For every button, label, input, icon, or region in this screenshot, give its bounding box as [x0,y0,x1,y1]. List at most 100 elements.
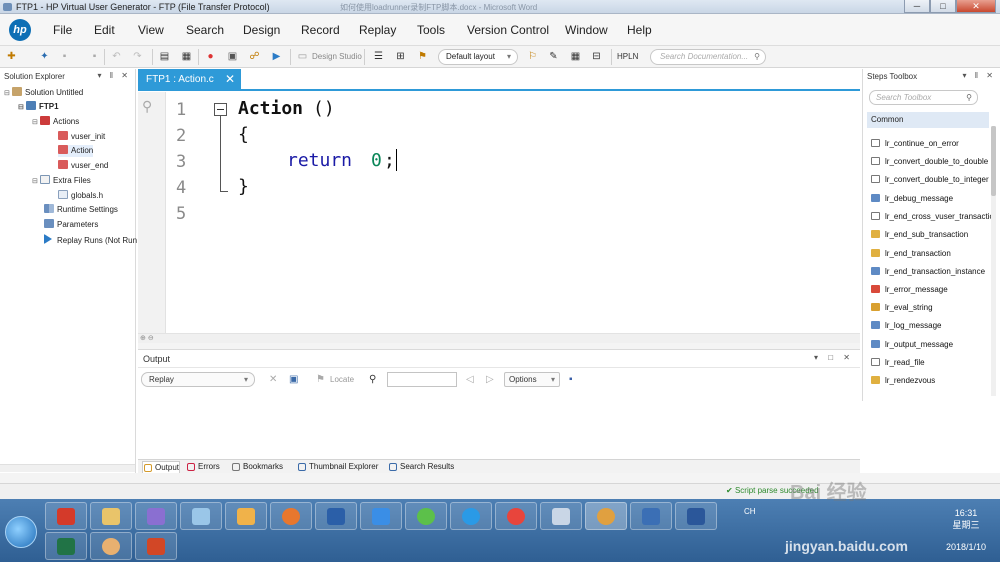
step-item[interactable]: lr_end_cross_vuser_transaction [871,212,991,221]
save-all-icon[interactable]: ▪ [88,50,101,63]
step-item[interactable]: lr_debug_message [871,194,991,203]
tree-globals-file[interactable]: globals.h [58,190,103,202]
taskbar-app[interactable] [180,502,222,530]
menu-replay[interactable]: Replay [359,23,396,37]
step-item[interactable]: lr_continue_on_error [871,139,991,148]
hpln-label[interactable]: HPLN [617,52,638,61]
taskbar-app[interactable] [225,502,267,530]
collapse-icon[interactable]: ⊟ [32,176,40,188]
grid-icon[interactable]: ▦ [569,50,582,63]
tree-runtime-settings[interactable]: Runtime Settings [44,204,118,216]
tab-output[interactable]: Output [142,461,181,473]
menu-design[interactable]: Design [243,23,280,37]
menu-version-control[interactable]: Version Control [467,23,549,37]
search-toolbox-input[interactable]: Search Toolbox ⚲ [869,90,978,105]
collapse-icon[interactable]: ⊟ [32,117,40,129]
clock[interactable]: 16:31 星期三 2018/1/10 [946,507,986,553]
redo-icon[interactable]: ↷ [131,50,144,63]
step-item[interactable]: lr_end_transaction [871,249,991,258]
close-tab-icon[interactable]: ✕ [225,69,235,90]
step-item[interactable]: lr_rendezvous [871,376,991,385]
undo-icon[interactable]: ↶ [110,50,123,63]
taskbar-app[interactable] [270,502,312,530]
replay-icon[interactable]: ▶ [270,50,283,63]
menu-edit[interactable]: Edit [94,23,115,37]
taskbar-app[interactable] [450,502,492,530]
find-icon[interactable]: ⚲ [369,374,376,385]
menu-record[interactable]: Record [301,23,340,37]
brush-icon[interactable]: ✎ [547,50,560,63]
clear-icon[interactable]: ✕ [269,374,277,385]
bookmark-icon[interactable]: ⚐ [526,50,539,63]
tab-thumbnail-explorer[interactable]: Thumbnail Explorer [297,461,378,473]
menu-tools[interactable]: Tools [417,23,445,37]
step-item[interactable]: lr_log_message [871,321,991,330]
save-output-icon[interactable]: ▪ [569,374,573,385]
step-item[interactable]: lr_convert_double_to_integer [871,175,991,184]
tree-extra-files[interactable]: ⊟ Extra Files [32,175,91,187]
close-button[interactable]: ✕ [956,0,996,13]
menu-file[interactable]: File [53,23,72,37]
tree-parameters[interactable]: Parameters [44,219,98,231]
taskbar-app[interactable] [90,502,132,530]
taskbar-app[interactable] [360,502,402,530]
next-icon[interactable]: ▷ [486,374,494,385]
step-item[interactable]: lr_error_message [871,285,991,294]
panel-controls[interactable]: ▾ ‖ ✕ [98,71,131,80]
taskbar-app[interactable] [585,502,627,530]
search-icon[interactable]: ⚲ [966,91,972,104]
menu-view[interactable]: View [138,23,164,37]
taskbar-app[interactable] [45,502,87,530]
snapshot-view-icon[interactable]: ▣ [289,374,298,385]
minimize-button[interactable]: ─ [904,0,930,13]
panel-controls[interactable]: ▾ ‖ ✕ [963,71,996,80]
taskbar-app[interactable] [45,532,87,560]
tree-project[interactable]: ⊟ FTP1 [18,101,59,113]
language-indicator[interactable]: CH [744,507,756,516]
tree-action-file[interactable]: vuser_end [58,160,108,172]
design-studio-icon[interactable]: ▭ [296,50,309,63]
locate-icon[interactable]: ⚑ [316,374,325,385]
options-button[interactable]: Options [504,372,560,387]
taskbar-app[interactable] [405,502,447,530]
tab-search-results[interactable]: Search Results [388,461,454,473]
panel-controls[interactable]: ▾ □ ✕ [814,353,854,362]
maximize-button[interactable]: □ [930,0,956,13]
step-item[interactable]: lr_end_transaction_instance [871,267,991,276]
output-filter-select[interactable]: Replay [141,372,255,387]
locate-button[interactable]: Locate [330,375,354,384]
tab-action-c[interactable]: FTP1 : Action.c ✕ [138,69,241,91]
vertical-scrollbar[interactable] [991,126,996,396]
compile-icon[interactable]: ▤ [158,50,171,63]
step-item[interactable]: lr_output_message [871,340,991,349]
taskbar-app[interactable] [135,502,177,530]
tree-actions-folder[interactable]: ⊟ Actions [32,116,79,128]
search-icon[interactable]: ⚲ [754,50,760,64]
open-icon[interactable]: ✦ [38,50,51,63]
category-common[interactable]: Common [867,112,989,128]
code-editor[interactable]: ⚲ 1 2 3 4 5 Action () { return 0 ; } [138,92,860,333]
new-script-icon[interactable]: ✚ [5,50,18,63]
layout-select[interactable]: Default layout [438,49,518,65]
previous-icon[interactable]: ◁ [466,374,474,385]
layout-icon[interactable]: ⊟ [590,50,603,63]
taskbar-app[interactable] [90,532,132,560]
parameters-icon[interactable]: ⊞ [394,50,407,63]
taskbar-app[interactable] [135,532,177,560]
tab-errors[interactable]: Errors [186,461,220,473]
step-item[interactable]: lr_read_file [871,358,991,367]
step-item[interactable]: lr_convert_double_to_double [871,157,991,166]
collapse-icon[interactable]: ⊟ [18,102,26,114]
collapse-icon[interactable]: ⊟ [4,88,12,100]
zoom-controls[interactable]: ⊕⊖ [140,334,156,342]
tree-action-file[interactable]: Action [58,145,94,157]
transaction-icon[interactable]: ⚑ [416,50,429,63]
menu-search[interactable]: Search [186,23,224,37]
output-search-input[interactable] [387,372,457,387]
tree-action-file[interactable]: vuser_init [58,131,105,143]
pin-icon[interactable]: ⚲ [142,98,162,114]
step-item[interactable]: lr_eval_string [871,303,991,312]
step-item[interactable]: lr_end_sub_transaction [871,230,991,239]
record-icon[interactable]: ● [204,50,217,63]
taskbar-app[interactable] [630,502,672,530]
